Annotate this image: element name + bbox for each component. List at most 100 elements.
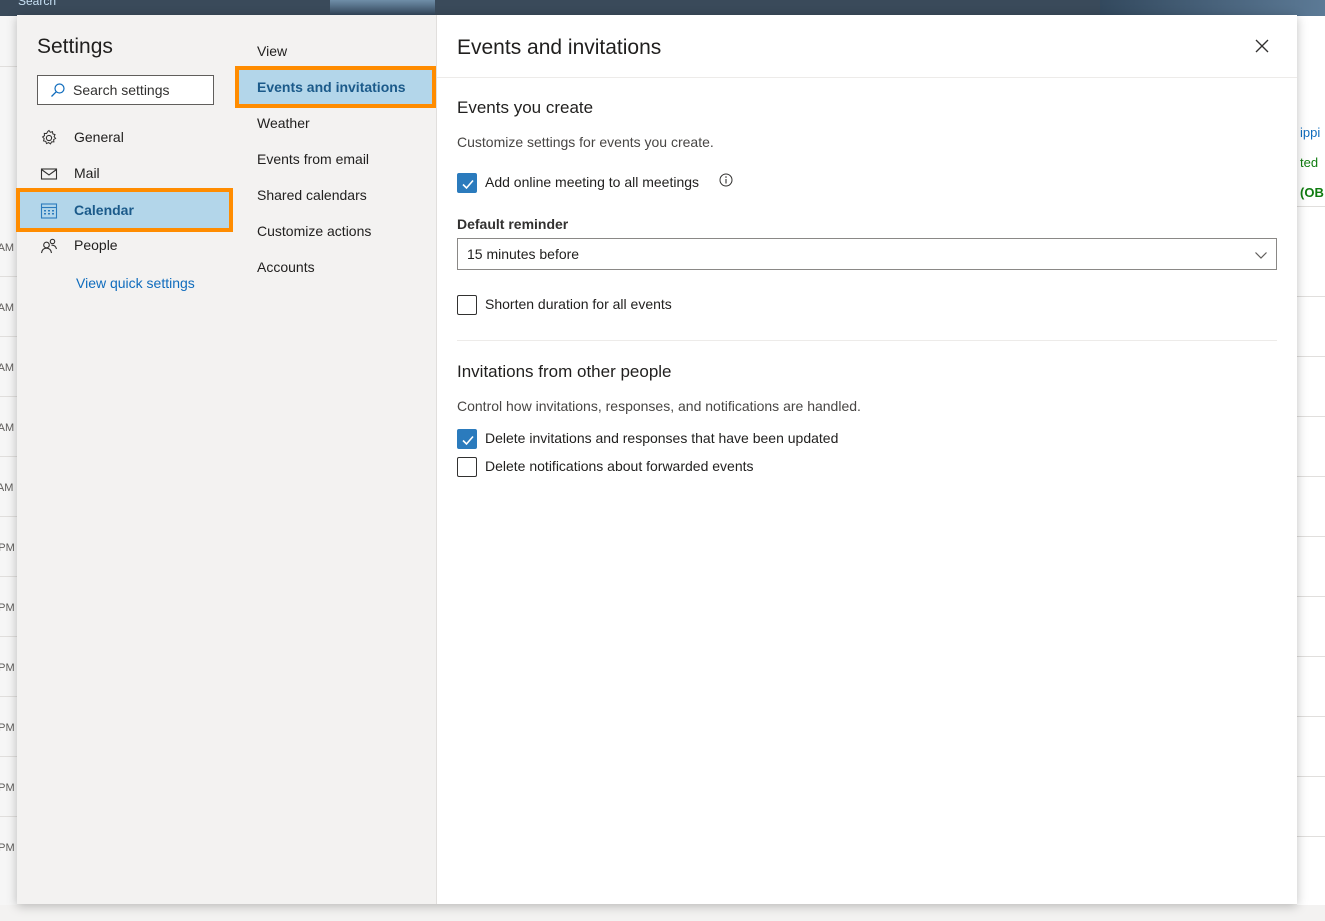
subcategory-label: Accounts [257, 259, 315, 275]
close-button[interactable] [1253, 37, 1271, 55]
time-label: 5 PM [0, 842, 15, 854]
category-mail[interactable]: Mail [17, 155, 236, 191]
category-label: People [74, 237, 118, 253]
calendar-icon [40, 202, 58, 220]
settings-subcategory-nav: View Events and invitations Weather Even… [236, 15, 437, 904]
view-quick-settings-link[interactable]: View quick settings [76, 275, 195, 291]
subcategory-label: Shared calendars [257, 187, 367, 203]
subcategory-events-and-invitations[interactable]: Events and invitations [239, 70, 432, 104]
gear-icon [40, 129, 58, 147]
info-icon[interactable] [719, 173, 733, 187]
divider [1297, 476, 1325, 477]
delete-forwarded-notifications-checkbox-row[interactable]: Delete notifications about forwarded eve… [457, 457, 787, 479]
divider [1297, 296, 1325, 297]
header-banner-image [330, 0, 435, 16]
divider [0, 276, 17, 277]
settings-content-pane: Events and invitations Events you create… [437, 15, 1297, 904]
subcategory-shared-calendars[interactable]: Shared calendars [236, 177, 436, 213]
time-label: 1 PM [0, 602, 15, 614]
shorten-duration-checkbox[interactable] [457, 295, 477, 315]
settings-category-nav: Settings General Mail Calendar [17, 15, 236, 904]
divider [1297, 776, 1325, 777]
subcategory-weather[interactable]: Weather [236, 105, 436, 141]
divider [0, 516, 17, 517]
category-general[interactable]: General [17, 119, 236, 155]
category-label: Mail [74, 165, 100, 181]
header-banner-image-right [1100, 0, 1325, 16]
time-label: 8 AM [0, 302, 15, 314]
delete-updated-invitations-label: Delete invitations and responses that ha… [485, 430, 839, 446]
divider [0, 456, 17, 457]
online-meeting-checkbox-row[interactable]: Add online meeting to all meetings [457, 173, 747, 195]
divider [1297, 356, 1325, 357]
search-settings-input[interactable] [73, 80, 208, 100]
section-description: Control how invitations, responses, and … [457, 398, 861, 414]
subcategory-label: Events and invitations [257, 79, 406, 95]
category-label: Calendar [74, 202, 134, 218]
mail-icon [40, 165, 58, 183]
search-icon [50, 82, 66, 98]
online-meeting-checkbox[interactable] [457, 173, 477, 193]
divider [1297, 536, 1325, 537]
shorten-duration-checkbox-row[interactable]: Shorten duration for all events [457, 295, 717, 317]
background-footer [0, 905, 1325, 921]
close-icon [1253, 39, 1271, 59]
search-settings-box[interactable] [37, 75, 214, 105]
divider [1297, 716, 1325, 717]
delete-forwarded-notifications-label: Delete notifications about forwarded eve… [485, 458, 754, 474]
section-description: Customize settings for events you create… [457, 134, 714, 150]
divider [0, 396, 17, 397]
divider [0, 336, 17, 337]
time-label: 7 AM [0, 242, 15, 254]
shorten-duration-label: Shorten duration for all events [485, 296, 672, 312]
time-label: 4 PM [0, 782, 15, 794]
default-reminder-value: 15 minutes before [467, 246, 580, 262]
divider [0, 696, 17, 697]
delete-forwarded-notifications-checkbox[interactable] [457, 457, 477, 477]
subcategory-label: Events from email [257, 151, 370, 167]
category-calendar[interactable]: Calendar [20, 192, 229, 228]
category-people[interactable]: People [17, 227, 236, 263]
time-label: 12 PM [0, 542, 15, 554]
background-search-text: Search [18, 0, 57, 8]
settings-title: Settings [37, 35, 113, 58]
divider [1297, 596, 1325, 597]
subcategory-label: View [257, 43, 288, 59]
online-meeting-label: Add online meeting to all meetings [485, 174, 700, 190]
subcategory-view[interactable]: View [236, 33, 436, 69]
divider [0, 576, 17, 577]
default-reminder-dropdown[interactable]: 15 minutes before [457, 238, 1277, 270]
delete-updated-invitations-checkbox[interactable] [457, 429, 477, 449]
background-text: ted [1300, 155, 1319, 170]
divider [0, 66, 17, 67]
background-right-column: ippi ted (OB [1297, 16, 1325, 921]
time-label: 3 PM [0, 722, 15, 734]
divider [1297, 206, 1325, 207]
time-label: 11 AM [0, 482, 14, 494]
settings-dialog: Settings General Mail Calendar [17, 15, 1297, 904]
divider [1297, 836, 1325, 837]
subcategory-customize-actions[interactable]: Customize actions [236, 213, 436, 249]
subcategory-events-from-email[interactable]: Events from email [236, 141, 436, 177]
divider [0, 636, 17, 637]
chevron-down-icon [1254, 248, 1268, 262]
subcategory-label: Customize actions [257, 223, 372, 239]
divider [457, 340, 1277, 341]
delete-updated-invitations-checkbox-row[interactable]: Delete invitations and responses that ha… [457, 429, 857, 451]
background-text: ippi [1300, 125, 1321, 140]
background-text: (OB [1300, 185, 1324, 200]
divider [0, 756, 17, 757]
section-title-events-you-create: Events you create [457, 98, 594, 117]
divider [0, 816, 17, 817]
background-header: Search [0, 0, 1325, 16]
divider [1297, 656, 1325, 657]
background-time-column: 7 AM 8 AM 9 AM 10 AM 11 AM 12 PM 1 PM 2 … [0, 16, 17, 921]
category-label: General [74, 129, 124, 145]
section-title-invitations: Invitations from other people [457, 362, 672, 381]
subcategory-label: Weather [257, 115, 310, 131]
default-reminder-label: Default reminder [457, 216, 569, 232]
page-title: Events and invitations [457, 36, 662, 59]
subcategory-accounts[interactable]: Accounts [236, 249, 436, 285]
time-label: 10 AM [0, 422, 15, 434]
divider [437, 77, 1297, 78]
